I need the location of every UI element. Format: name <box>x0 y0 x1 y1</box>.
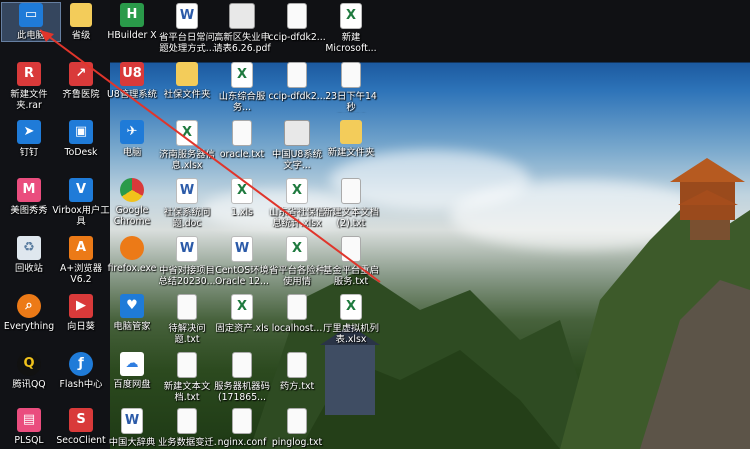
annotation-arrow <box>39 29 381 283</box>
